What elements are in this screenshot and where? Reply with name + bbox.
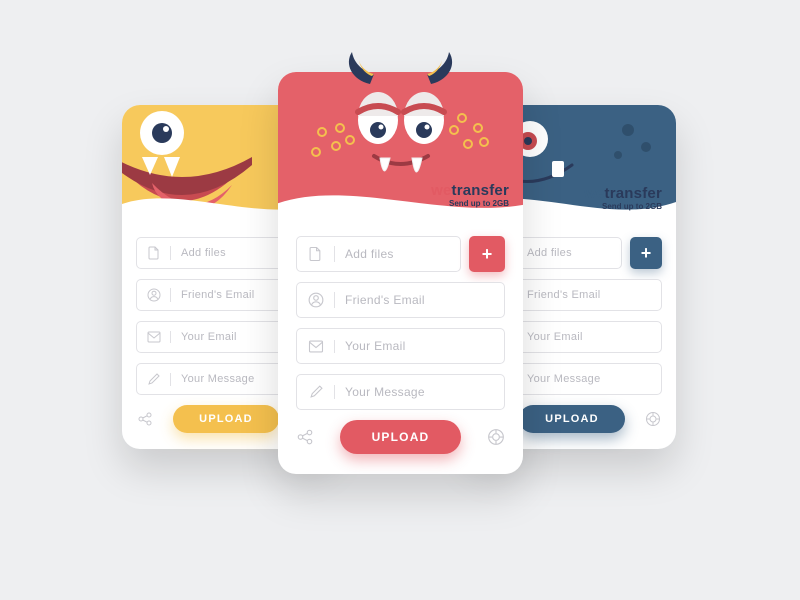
monster-header-red: wetransfer Send up to 2GB bbox=[278, 72, 523, 222]
your-email-label: Your Email bbox=[171, 331, 237, 343]
friend-email-label: Friend's Email bbox=[171, 289, 255, 301]
your-message-label: Your Message bbox=[517, 373, 601, 385]
mail-icon bbox=[137, 331, 171, 343]
mail-icon bbox=[297, 340, 335, 353]
add-files-label: Add files bbox=[171, 247, 226, 259]
brand-logo: wetransfer bbox=[431, 182, 509, 199]
upload-button[interactable]: UPLOAD bbox=[340, 420, 462, 454]
share-icon[interactable] bbox=[296, 428, 314, 446]
upload-card-red: wetransfer Send up to 2GB Add files + Fr… bbox=[278, 72, 523, 474]
brand-subtitle: Send up to 2GB bbox=[431, 199, 509, 208]
your-email-label: Your Email bbox=[335, 339, 406, 353]
help-icon[interactable] bbox=[644, 410, 662, 428]
add-file-button[interactable]: + bbox=[469, 236, 505, 272]
add-files-field[interactable]: Add files bbox=[296, 236, 461, 272]
file-icon bbox=[297, 246, 335, 262]
help-icon[interactable] bbox=[487, 428, 505, 446]
upload-button[interactable]: UPLOAD bbox=[173, 405, 279, 433]
friend-email-field[interactable]: Friend's Email bbox=[296, 282, 505, 318]
your-email-field[interactable]: Your Email bbox=[296, 328, 505, 364]
form-body: Add files + Friend's Email Your Email bbox=[278, 222, 523, 474]
your-message-field[interactable]: Your Message bbox=[296, 374, 505, 410]
user-icon bbox=[137, 288, 171, 302]
add-files-label: Add files bbox=[517, 247, 572, 259]
user-icon bbox=[297, 292, 335, 308]
pencil-icon bbox=[137, 373, 171, 386]
add-files-label: Add files bbox=[335, 247, 394, 261]
add-file-button[interactable]: + bbox=[630, 237, 662, 269]
pencil-icon bbox=[297, 385, 335, 399]
your-message-label: Your Message bbox=[171, 373, 255, 385]
upload-button[interactable]: UPLOAD bbox=[519, 405, 625, 433]
file-icon bbox=[137, 246, 171, 260]
brand-logo: wetransfer bbox=[584, 185, 662, 202]
friend-email-label: Friend's Email bbox=[517, 289, 601, 301]
brand: wetransfer Send up to 2GB bbox=[431, 182, 509, 208]
brand: wetransfer Send up to 2GB bbox=[584, 185, 662, 211]
your-email-label: Your Email bbox=[517, 331, 583, 343]
share-icon[interactable] bbox=[136, 410, 154, 428]
brand-subtitle: Send up to 2GB bbox=[584, 202, 662, 211]
friend-email-label: Friend's Email bbox=[335, 293, 425, 307]
your-message-label: Your Message bbox=[335, 385, 425, 399]
